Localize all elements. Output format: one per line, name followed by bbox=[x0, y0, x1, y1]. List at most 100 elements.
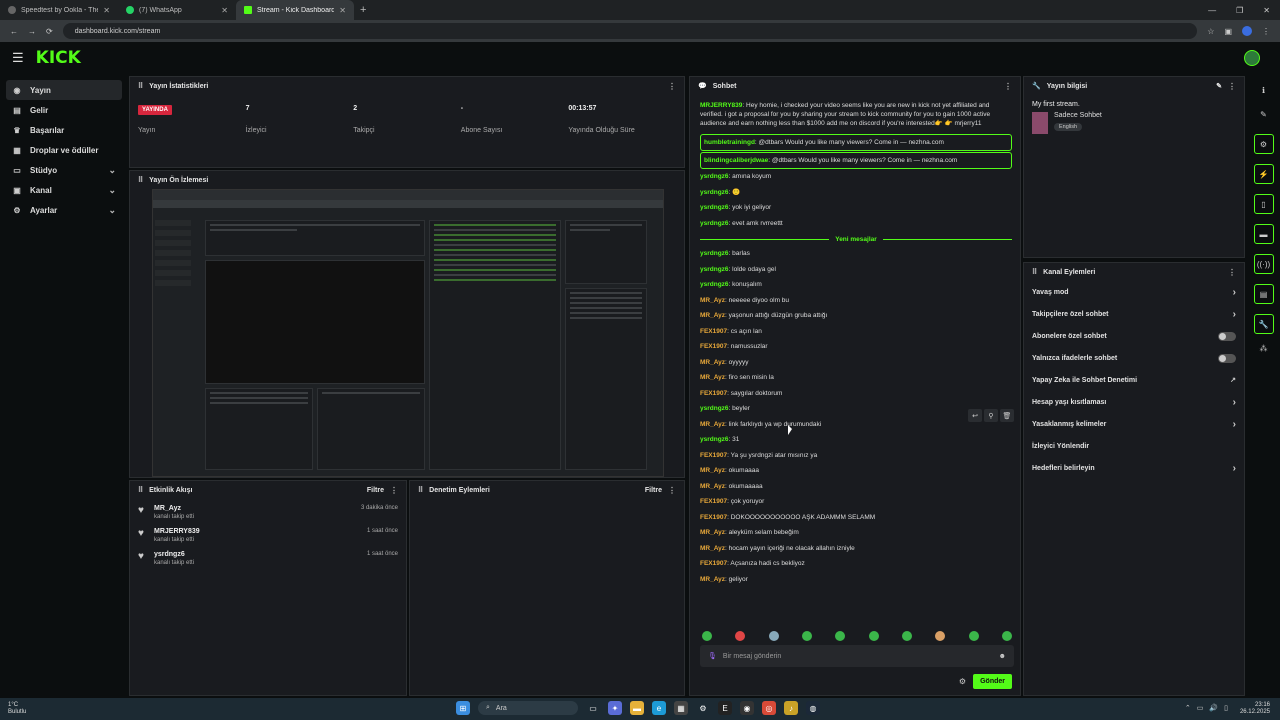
chat-message[interactable]: ysrdngz6: beyler bbox=[700, 402, 1012, 418]
edit-icon[interactable]: ✎ bbox=[1216, 82, 1222, 90]
chat-message[interactable]: ysrdngz6: barlas bbox=[700, 247, 1012, 263]
steam-icon[interactable]: ◍ bbox=[806, 701, 820, 715]
chat-message[interactable]: FEX1907: Ya şu ysrdngzi atar mısınız ya bbox=[700, 449, 1012, 465]
action-slow-mode[interactable]: Yavaş mod › bbox=[1024, 281, 1244, 303]
new-tab-button[interactable]: + bbox=[354, 0, 372, 20]
sidebar-item-gelir[interactable]: ▤ Gelir bbox=[6, 100, 122, 120]
chat-message[interactable]: MR_Ayz: oyyyyy bbox=[700, 356, 1012, 372]
chat-username[interactable]: MR_Ayz bbox=[700, 576, 725, 583]
edge-icon[interactable]: e bbox=[652, 701, 666, 715]
browser-tab-active[interactable]: Stream - Kick Dashboard ✕ bbox=[236, 0, 354, 20]
connections-icon[interactable]: ⁂ bbox=[1254, 338, 1274, 358]
category-name[interactable]: Sadece Sohbet bbox=[1054, 112, 1102, 119]
user-avatar[interactable] bbox=[1244, 50, 1260, 66]
subscribers-only-toggle[interactable] bbox=[1218, 331, 1236, 341]
action-goals[interactable]: Hedefleri belirleyin › bbox=[1024, 457, 1244, 479]
panel-drag-icon[interactable]: ⠿ bbox=[138, 486, 143, 494]
task-view-icon[interactable]: ▭ bbox=[586, 701, 600, 715]
more-options-icon[interactable]: ⋮ bbox=[1228, 268, 1236, 277]
action-host[interactable]: İzleyici Yönlendir bbox=[1024, 435, 1244, 457]
activity-user[interactable]: ysrdngz6 bbox=[154, 551, 194, 558]
more-options-icon[interactable]: ⋮ bbox=[668, 486, 676, 495]
action-ai-moderation[interactable]: Yapay Zeka ile Sohbet Denetimi ↗ bbox=[1024, 369, 1244, 391]
chat-username[interactable]: FEX1907 bbox=[700, 452, 727, 459]
lightning-icon[interactable]: ⚡ bbox=[1253, 164, 1274, 184]
chat-username[interactable]: MR_Ayz bbox=[700, 421, 725, 428]
back-icon[interactable]: ← bbox=[10, 27, 18, 36]
chat-username[interactable]: ysrdngz6 bbox=[700, 281, 729, 288]
chat-username[interactable]: ysrdngz6 bbox=[700, 436, 729, 443]
wrench-icon[interactable]: 🔧 bbox=[1253, 314, 1274, 334]
app-icon[interactable]: ♪ bbox=[784, 701, 798, 715]
pin-icon[interactable]: ⚲ bbox=[984, 409, 998, 422]
chat-username[interactable]: ysrdngz6 bbox=[700, 220, 729, 227]
minimize-icon[interactable]: — bbox=[1208, 6, 1216, 15]
stream-preview-video[interactable] bbox=[152, 189, 664, 477]
edit-icon[interactable]: ✎ bbox=[1254, 104, 1274, 124]
filter-button[interactable]: Filtre bbox=[367, 487, 384, 494]
taskbar-search[interactable]: ⌕ Ara bbox=[478, 701, 578, 715]
emote-icon[interactable] bbox=[1001, 631, 1012, 641]
sidebar-item-basarilar[interactable]: ♛ Başarılar bbox=[6, 120, 122, 140]
chat-message[interactable]: FEX1907: Açsanıza hadi cs bekliyoz bbox=[700, 557, 1012, 573]
chat-username[interactable]: MR_Ayz bbox=[700, 297, 725, 304]
chat-username[interactable]: FEX1907 bbox=[700, 560, 727, 567]
close-tab-icon[interactable]: ✕ bbox=[103, 6, 110, 15]
chat-username[interactable]: ysrdngz6 bbox=[700, 173, 729, 180]
kick-logo[interactable]: KICK bbox=[36, 48, 81, 68]
emoji-icon[interactable]: ☻ bbox=[999, 653, 1006, 660]
file-explorer-icon[interactable]: ▬ bbox=[630, 701, 644, 715]
chat-username[interactable]: MR_Ayz bbox=[700, 359, 725, 366]
chat-message[interactable]: MR_Ayz: firo sen misin la bbox=[700, 371, 1012, 387]
network-icon[interactable]: ▭ bbox=[1197, 704, 1204, 712]
more-options-icon[interactable]: ⋮ bbox=[1004, 82, 1012, 91]
chat-username[interactable]: humbletrainingd bbox=[704, 139, 755, 146]
obs-icon[interactable]: ◉ bbox=[740, 701, 754, 715]
chat-username[interactable]: ysrdngz6 bbox=[700, 266, 729, 273]
delete-icon[interactable]: 🗑 bbox=[1000, 409, 1014, 422]
chat-username[interactable]: MR_Ayz bbox=[700, 529, 725, 536]
sidebar-item-kanal[interactable]: ▣ Kanal ⌄ bbox=[6, 180, 122, 200]
activity-user[interactable]: MR_Ayz bbox=[154, 505, 194, 512]
chat-message[interactable]: ysrdngz6: lolde odaya gel bbox=[700, 263, 1012, 279]
chat-message[interactable]: humbletrainingd: @dtbars Would you like … bbox=[700, 134, 1012, 151]
chat-username[interactable]: MR_Ayz bbox=[700, 467, 725, 474]
gear-icon[interactable]: ⚙ bbox=[1253, 134, 1274, 154]
browser-menu-icon[interactable]: ⋮ bbox=[1262, 27, 1270, 36]
emote-icon[interactable] bbox=[801, 631, 812, 641]
chat-message[interactable]: ysrdngz6: amına koyum bbox=[700, 170, 1012, 186]
sidebar-item-studyo[interactable]: ▭ Stüdyo ⌄ bbox=[6, 160, 122, 180]
chat-message[interactable]: FEX1907: cs açın lan bbox=[700, 325, 1012, 341]
emote-icon[interactable] bbox=[835, 631, 846, 641]
epic-games-icon[interactable]: E bbox=[718, 701, 732, 715]
chat-message[interactable]: ysrdngz6: 🙂 bbox=[700, 186, 1012, 202]
chat-message[interactable]: FEX1907: çok yoruyor bbox=[700, 495, 1012, 511]
sidebar-item-droplar[interactable]: ▦ Droplar ve ödüller bbox=[6, 140, 122, 160]
battery-icon[interactable]: ▯ bbox=[1224, 704, 1228, 712]
chat-message[interactable]: MR_Ayz: okumaaaaa bbox=[700, 480, 1012, 496]
panel-drag-icon[interactable]: ⠿ bbox=[418, 486, 423, 494]
chat-message[interactable]: FEX1907: saygılar doktorum bbox=[700, 387, 1012, 403]
chat-message[interactable]: FEX1907: namussuzlar bbox=[700, 340, 1012, 356]
action-followers-only[interactable]: Takipçilere özel sohbet › bbox=[1024, 303, 1244, 325]
copilot-icon[interactable]: ✦ bbox=[608, 701, 622, 715]
browser-tab[interactable]: Speedtest by Ookla - The Glob ✕ bbox=[0, 0, 118, 20]
chat-username[interactable]: MR_Ayz bbox=[700, 374, 725, 381]
menu-icon[interactable]: ☰ bbox=[12, 50, 24, 66]
chat-message[interactable]: MR_Ayz: link farklıydı ya wp durumundaki bbox=[700, 418, 1012, 434]
windows-start-icon[interactable]: ⊞ bbox=[456, 701, 470, 715]
chat-username[interactable]: MR_Ayz bbox=[700, 312, 725, 319]
reload-icon[interactable]: ⟳ bbox=[46, 27, 53, 36]
more-options-icon[interactable]: ⋮ bbox=[668, 82, 676, 91]
chat-message[interactable]: blindingcaliberjdwae: @dtbars Would you … bbox=[700, 152, 1012, 169]
info-icon[interactable]: ℹ bbox=[1254, 80, 1274, 100]
chat-message[interactable]: ysrdngz6: konuşalım bbox=[700, 278, 1012, 294]
chat-bubble-icon[interactable]: ▬ bbox=[1253, 224, 1274, 244]
more-options-icon[interactable]: ⋮ bbox=[1228, 82, 1236, 91]
document-icon[interactable]: ▯ bbox=[1253, 194, 1274, 214]
settings-app-icon[interactable]: ⚙ bbox=[696, 701, 710, 715]
more-options-icon[interactable]: ⋮ bbox=[390, 486, 398, 495]
emote-icon[interactable] bbox=[702, 631, 712, 641]
panel-drag-icon[interactable]: ⠿ bbox=[1032, 268, 1037, 276]
chat-message[interactable]: MR_Ayz: geliyor bbox=[700, 573, 1012, 589]
